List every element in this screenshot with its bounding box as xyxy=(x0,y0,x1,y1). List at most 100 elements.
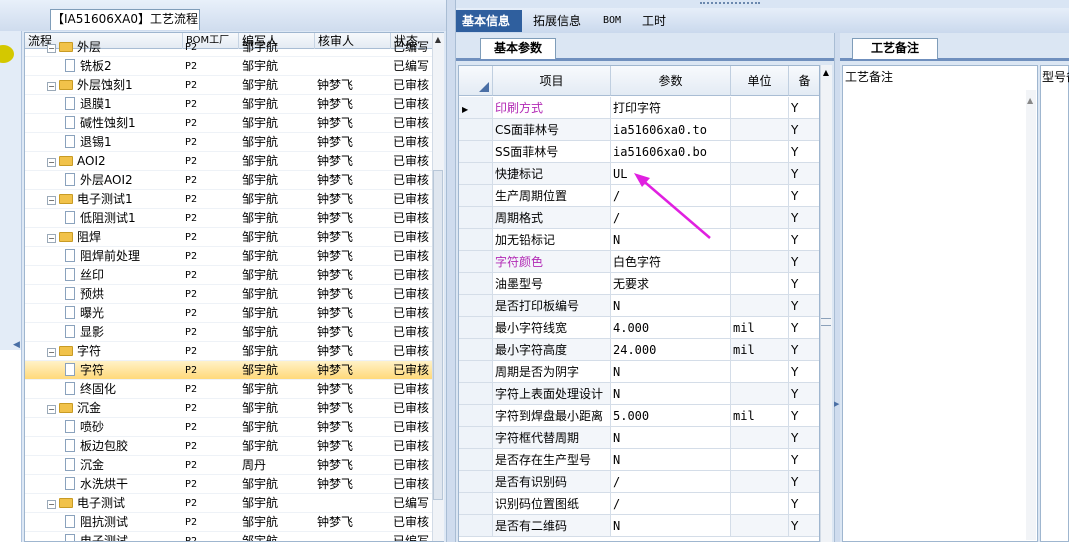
tree-folder-row[interactable]: − 外层蚀刻1 P2 邹宇航 钟梦飞 已审核 xyxy=(25,76,435,95)
tree-item-row[interactable]: 低阻测试1 P2 邹宇航 钟梦飞 已审核 xyxy=(25,209,435,228)
params-row[interactable]: ▶ 印刷方式 打印字符 Y xyxy=(459,97,819,119)
row-selector[interactable] xyxy=(459,207,493,229)
tab-bom[interactable]: BOM xyxy=(597,10,627,32)
tree-folder-row[interactable]: − 沉金 P2 邹宇航 钟梦飞 已审核 xyxy=(25,399,435,418)
params-row[interactable]: 最小字符线宽 4.000 mil Y xyxy=(459,317,819,339)
param-value-cell[interactable]: / xyxy=(611,471,731,493)
remarks-scroll-up-icon[interactable]: ▲ xyxy=(1027,96,1033,105)
tree-item-row[interactable]: 字符 P2 邹宇航 钟梦飞 已审核 xyxy=(25,361,435,380)
tab-basic-info[interactable]: 基本信息 xyxy=(456,10,522,32)
row-selector[interactable] xyxy=(459,141,493,163)
collapse-left-icon[interactable]: ◀ xyxy=(13,340,23,352)
tree-item-row[interactable]: 板边包胶 P2 邹宇航 钟梦飞 已审核 xyxy=(25,437,435,456)
param-value-cell[interactable]: 24.000 xyxy=(611,339,731,361)
row-selector[interactable] xyxy=(459,229,493,251)
row-selector[interactable] xyxy=(459,119,493,141)
remarks-scrollbar[interactable] xyxy=(1026,90,1036,540)
tree-item-row[interactable]: 丝印 P2 邹宇航 钟梦飞 已审核 xyxy=(25,266,435,285)
row-selector[interactable] xyxy=(459,273,493,295)
params-row[interactable]: 字符框代替周期 N Y xyxy=(459,427,819,449)
tree-item-row[interactable]: 终固化 P2 邹宇航 钟梦飞 已审核 xyxy=(25,380,435,399)
params-row[interactable]: 周期是否为阴字 N Y xyxy=(459,361,819,383)
collapse-toggle-icon[interactable]: − xyxy=(47,158,56,167)
tab-process-remarks[interactable]: 工艺备注 xyxy=(852,38,938,59)
collapse-toggle-icon[interactable]: − xyxy=(47,500,56,509)
tree-item-row[interactable]: 曝光 P2 邹宇航 钟梦飞 已审核 xyxy=(25,304,435,323)
tree-folder-row[interactable]: − 外层 P2 邹宇航 已编写 xyxy=(25,38,435,57)
tab-basic-params[interactable]: 基本参数 xyxy=(480,38,556,59)
row-selector[interactable]: ▶ xyxy=(459,97,493,119)
tree-folder-row[interactable]: − 阻焊 P2 邹宇航 钟梦飞 已审核 xyxy=(25,228,435,247)
tree-item-row[interactable]: 显影 P2 邹宇航 钟梦飞 已审核 xyxy=(25,323,435,342)
collapse-toggle-icon[interactable]: − xyxy=(47,44,56,53)
tree-item-row[interactable]: 电子测试 P2 邹宇航 已编写 xyxy=(25,532,435,541)
tree-folder-row[interactable]: − 电子测试1 P2 邹宇航 钟梦飞 已审核 xyxy=(25,190,435,209)
row-selector[interactable] xyxy=(459,427,493,449)
row-selector[interactable] xyxy=(459,471,493,493)
params-row[interactable]: 最小字符高度 24.000 mil Y xyxy=(459,339,819,361)
tab-process-flow[interactable]: 【IA51606XA0】工艺流程 xyxy=(50,9,200,30)
collapse-toggle-icon[interactable]: − xyxy=(47,234,56,243)
tree-scrollbar-thumb[interactable] xyxy=(433,170,443,500)
col-header-remark[interactable]: 备 xyxy=(789,66,819,96)
params-row[interactable]: 是否存在生产型号 N Y xyxy=(459,449,819,471)
row-selector[interactable] xyxy=(459,383,493,405)
params-row[interactable]: 字符上表面处理设计 N Y xyxy=(459,383,819,405)
row-selector[interactable] xyxy=(459,295,493,317)
model-remarks-textarea[interactable] xyxy=(1040,65,1069,542)
param-value-cell[interactable]: ia51606xa0.to xyxy=(611,119,731,141)
col-header-unit[interactable]: 单位 xyxy=(731,66,789,96)
col-header-value[interactable]: 参数 xyxy=(611,66,731,96)
tab-extended-info[interactable]: 拓展信息 xyxy=(527,10,587,32)
tree-item-row[interactable]: 退锡1 P2 邹宇航 钟梦飞 已审核 xyxy=(25,133,435,152)
param-value-cell[interactable]: N xyxy=(611,361,731,383)
collapse-toggle-icon[interactable]: − xyxy=(47,82,56,91)
tree-item-row[interactable]: 外层AOI2 P2 邹宇航 钟梦飞 已审核 xyxy=(25,171,435,190)
tree-folder-row[interactable]: − 字符 P2 邹宇航 钟梦飞 已审核 xyxy=(25,342,435,361)
row-selector[interactable] xyxy=(459,493,493,515)
grid-corner[interactable] xyxy=(459,66,493,96)
param-value-cell[interactable]: 5.000 xyxy=(611,405,731,427)
row-selector[interactable] xyxy=(459,515,493,537)
row-selector[interactable] xyxy=(459,449,493,471)
row-selector[interactable] xyxy=(459,361,493,383)
params-row[interactable]: 是否有二维码 N Y xyxy=(459,515,819,537)
param-value-cell[interactable]: 打印字符 xyxy=(611,97,731,119)
params-row[interactable]: 字符颜色 白色字符 Y xyxy=(459,251,819,273)
tree-folder-row[interactable]: − 电子测试 P2 邹宇航 已编写 xyxy=(25,494,435,513)
param-value-cell[interactable]: 无要求 xyxy=(611,273,731,295)
params-row[interactable]: 是否打印板编号 N Y xyxy=(459,295,819,317)
params-row[interactable]: CS面菲林号 ia51606xa0.to Y xyxy=(459,119,819,141)
params-row[interactable]: 识别码位置图纸 / Y xyxy=(459,493,819,515)
collapse-toggle-icon[interactable]: − xyxy=(47,348,56,357)
params-row[interactable]: SS面菲林号 ia51606xa0.bo Y xyxy=(459,141,819,163)
tree-item-row[interactable]: 铣板2 P2 邹宇航 已编写 xyxy=(25,57,435,76)
tree-item-row[interactable]: 水洗烘干 P2 邹宇航 钟梦飞 已审核 xyxy=(25,475,435,494)
params-row[interactable]: 字符到焊盘最小距离 5.000 mil Y xyxy=(459,405,819,427)
param-value-cell[interactable]: N xyxy=(611,295,731,317)
row-selector[interactable] xyxy=(459,405,493,427)
row-selector[interactable] xyxy=(459,251,493,273)
param-value-cell[interactable]: / xyxy=(611,493,731,515)
params-row[interactable]: 油墨型号 无要求 Y xyxy=(459,273,819,295)
tree-item-row[interactable]: 碱性蚀刻1 P2 邹宇航 钟梦飞 已审核 xyxy=(25,114,435,133)
param-value-cell[interactable]: N xyxy=(611,427,731,449)
param-value-cell[interactable]: N xyxy=(611,515,731,537)
row-selector[interactable] xyxy=(459,163,493,185)
splitter-left[interactable] xyxy=(446,0,456,542)
param-value-cell[interactable]: 4.000 xyxy=(611,317,731,339)
tree-item-row[interactable]: 喷砂 P2 邹宇航 钟梦飞 已审核 xyxy=(25,418,435,437)
collapse-toggle-icon[interactable]: − xyxy=(47,405,56,414)
tree-item-row[interactable]: 退膜1 P2 邹宇航 钟梦飞 已审核 xyxy=(25,95,435,114)
tree-folder-row[interactable]: − AOI2 P2 邹宇航 钟梦飞 已审核 xyxy=(25,152,435,171)
params-scrollbar-thumb[interactable] xyxy=(821,318,831,326)
tab-work-hours[interactable]: 工时 xyxy=(636,10,672,32)
params-row[interactable]: 是否有识别码 / Y xyxy=(459,471,819,493)
tree-item-row[interactable]: 预烘 P2 邹宇航 钟梦飞 已审核 xyxy=(25,285,435,304)
params-scroll-up-icon[interactable]: ▲ xyxy=(821,68,831,78)
collapse-toggle-icon[interactable]: − xyxy=(47,196,56,205)
params-scrollbar[interactable] xyxy=(820,65,832,542)
param-value-cell[interactable]: 白色字符 xyxy=(611,251,731,273)
scroll-up-icon[interactable]: ▲ xyxy=(432,34,444,46)
param-value-cell[interactable]: N xyxy=(611,383,731,405)
